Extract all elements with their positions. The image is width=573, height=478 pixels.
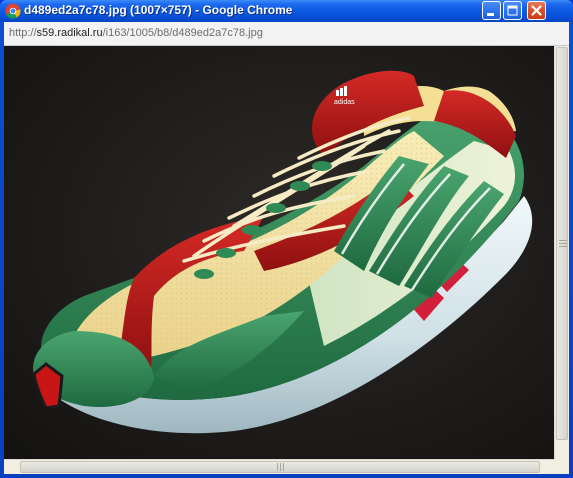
url-path: /i163/1005/b8/d489ed2a7c78.jpg [102,27,263,39]
horizontal-scroll-thumb[interactable] [20,461,540,473]
close-button[interactable] [527,1,546,20]
maximize-icon [507,5,518,16]
minimize-icon [487,13,494,16]
chrome-icon [5,3,21,19]
url-prefix: http:// [9,27,37,39]
image-viewport[interactable]: adidas [4,46,554,459]
vertical-scrollbar[interactable] [554,46,569,459]
url-text[interactable]: http://s59.radikal.ru/i163/1005/b8/d489e… [9,27,263,39]
address-bar[interactable]: http://s59.radikal.ru/i163/1005/b8/d489e… [4,22,569,46]
grip-icon [559,240,567,247]
browser-window: d489ed2a7c78.jpg (1007×757) - Google Chr… [0,0,573,478]
shoe-image: adidas [4,46,554,459]
window-title: d489ed2a7c78.jpg (1007×757) - Google Chr… [24,3,293,17]
scrollbar-corner [554,459,569,474]
close-icon [531,5,542,16]
url-host: s59.radikal.ru [36,27,103,39]
title-bar[interactable]: d489ed2a7c78.jpg (1007×757) - Google Chr… [0,0,573,22]
vertical-scroll-thumb[interactable] [556,47,568,440]
brand-mark-text: adidas [334,99,355,106]
horizontal-scrollbar[interactable] [4,459,554,474]
grip-icon [277,463,284,471]
maximize-button[interactable] [503,1,522,20]
minimize-button[interactable] [482,1,501,20]
